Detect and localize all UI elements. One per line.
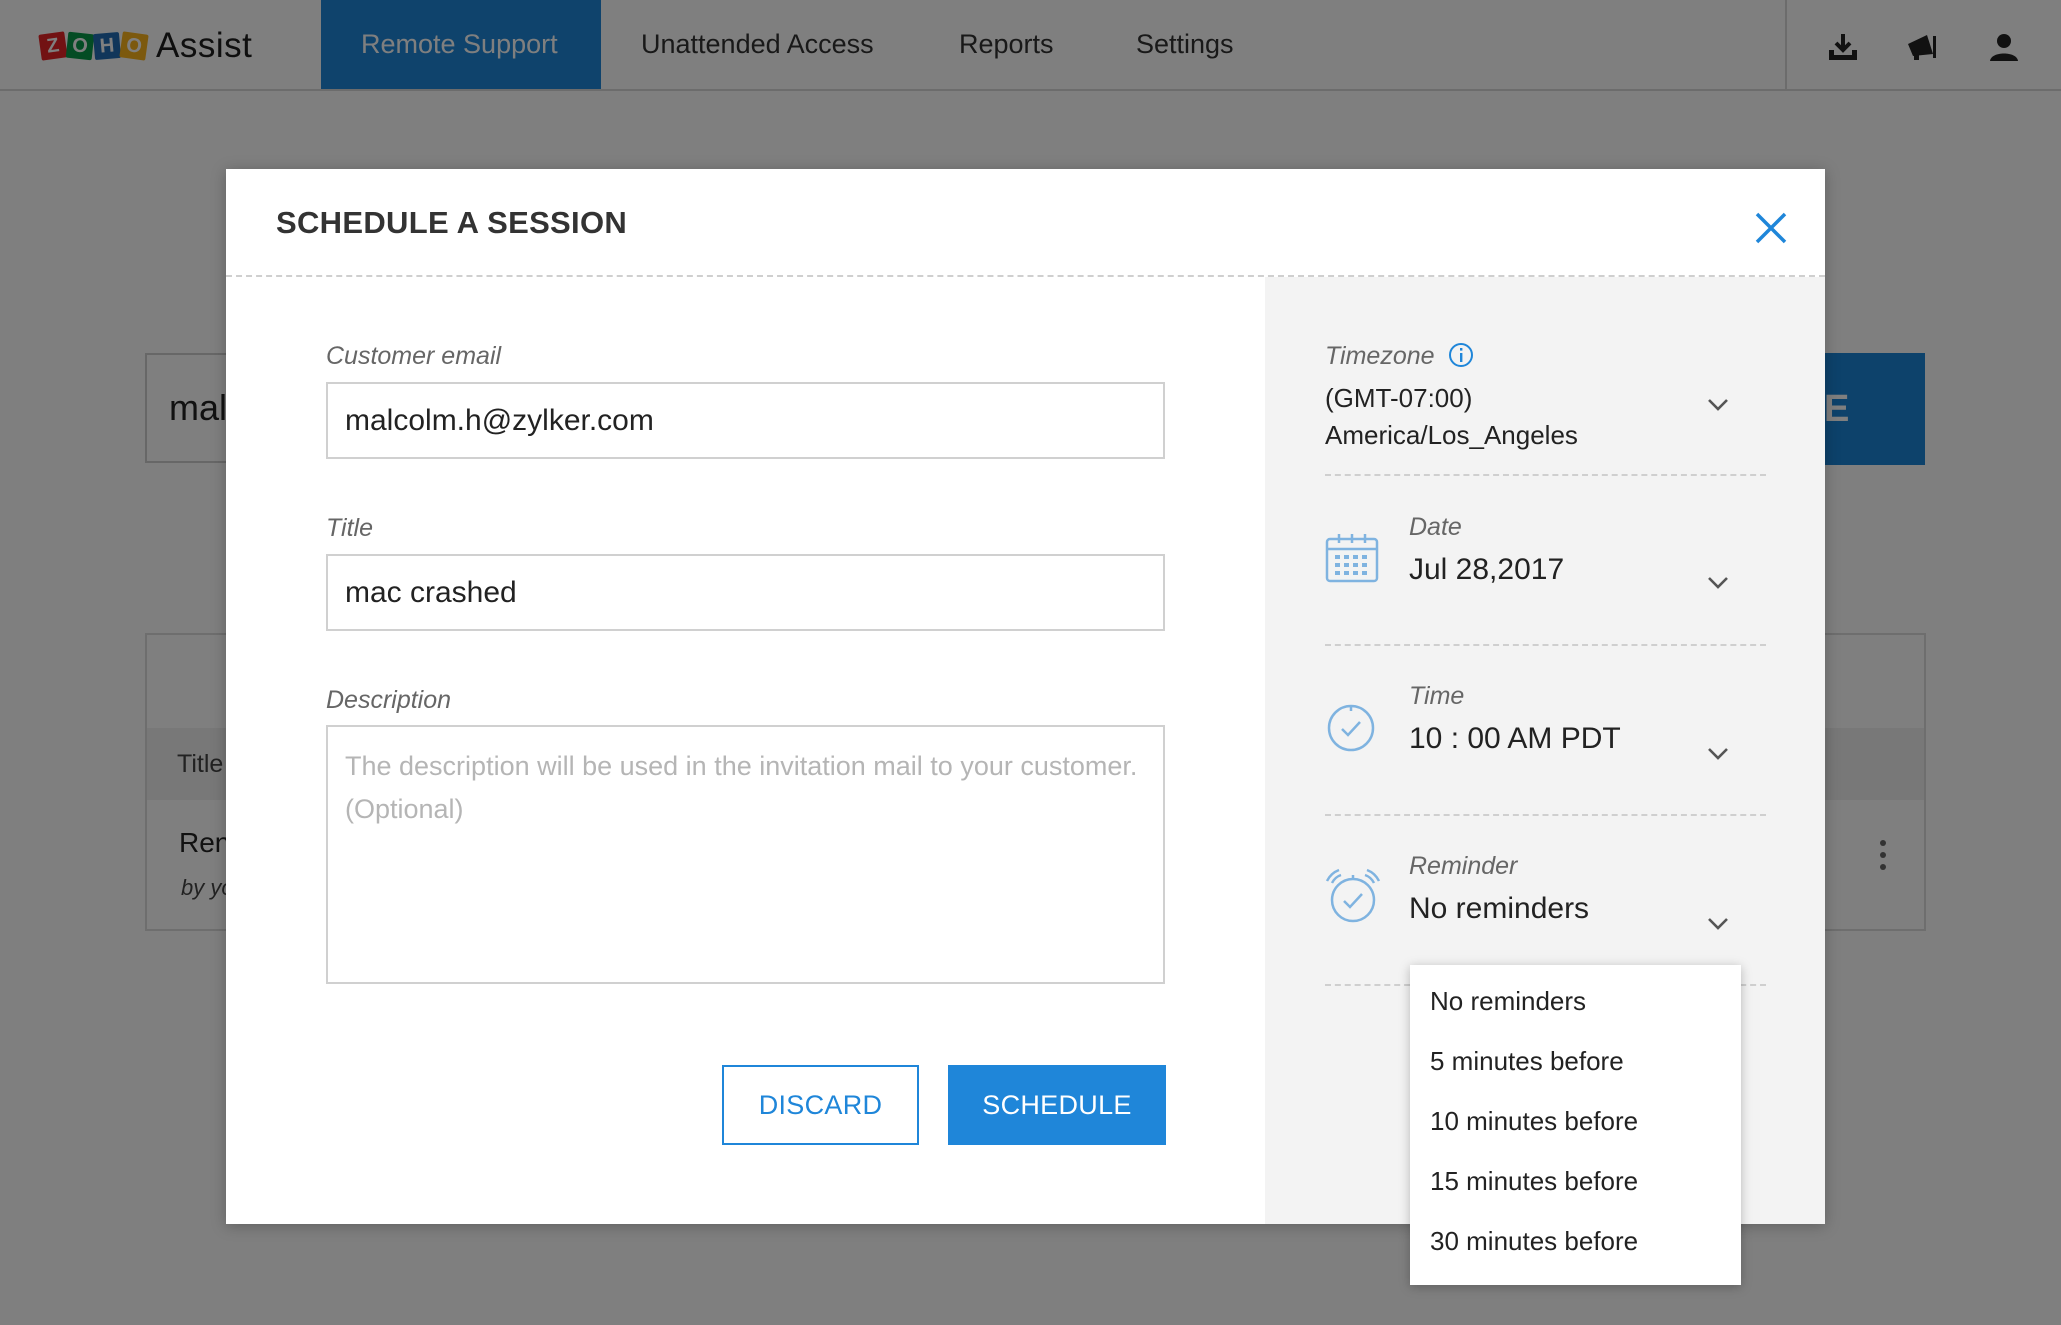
reminder-option-10-min[interactable]: 10 minutes before xyxy=(1430,1106,1638,1137)
chevron-down-icon[interactable] xyxy=(1707,917,1729,931)
customer-email-field[interactable]: malcolm.h@zylker.com xyxy=(326,382,1165,459)
calendar-icon xyxy=(1325,534,1379,583)
clock-icon xyxy=(1327,704,1375,752)
info-icon[interactable] xyxy=(1448,342,1474,368)
reminder-option-15-min[interactable]: 15 minutes before xyxy=(1430,1166,1638,1197)
time-label: Time xyxy=(1409,682,1465,710)
reminder-label: Reminder xyxy=(1409,852,1518,880)
panel-divider xyxy=(1325,644,1766,646)
alarm-clock-icon xyxy=(1325,868,1381,923)
chevron-down-icon[interactable] xyxy=(1707,576,1729,590)
time-value[interactable]: 10 : 00 AM PDT xyxy=(1409,722,1621,756)
description-placeholder: The description will be used in the invi… xyxy=(345,751,1138,824)
date-label: Date xyxy=(1409,513,1462,541)
chevron-down-icon[interactable] xyxy=(1707,747,1729,761)
date-value[interactable]: Jul 28,2017 xyxy=(1409,553,1564,587)
panel-divider xyxy=(1325,474,1766,476)
description-field[interactable]: The description will be used in the invi… xyxy=(326,725,1165,984)
close-icon[interactable] xyxy=(1753,210,1789,246)
discard-button[interactable]: DISCARD xyxy=(722,1065,919,1145)
dialog-title: SCHEDULE A SESSION xyxy=(276,205,628,240)
chevron-down-icon[interactable] xyxy=(1707,398,1729,412)
title-label: Title xyxy=(326,514,374,542)
title-field[interactable]: mac crashed xyxy=(326,554,1165,631)
customer-email-label: Customer email xyxy=(326,342,502,370)
reminder-dropdown-menu: No reminders 5 minutes before 10 minutes… xyxy=(1410,965,1741,1285)
panel-divider xyxy=(1325,814,1766,816)
description-label: Description xyxy=(326,686,452,714)
reminder-value[interactable]: No reminders xyxy=(1409,892,1589,926)
timezone-name[interactable]: America/Los_Angeles xyxy=(1325,417,1578,454)
reminder-option-30-min[interactable]: 30 minutes before xyxy=(1430,1226,1638,1257)
schedule-button[interactable]: SCHEDULE xyxy=(948,1065,1166,1145)
timezone-offset[interactable]: (GMT-07:00) xyxy=(1325,380,1472,417)
reminder-option-5-min[interactable]: 5 minutes before xyxy=(1430,1046,1624,1077)
reminder-option-none[interactable]: No reminders xyxy=(1430,986,1586,1017)
timezone-label: Timezone xyxy=(1325,342,1435,370)
